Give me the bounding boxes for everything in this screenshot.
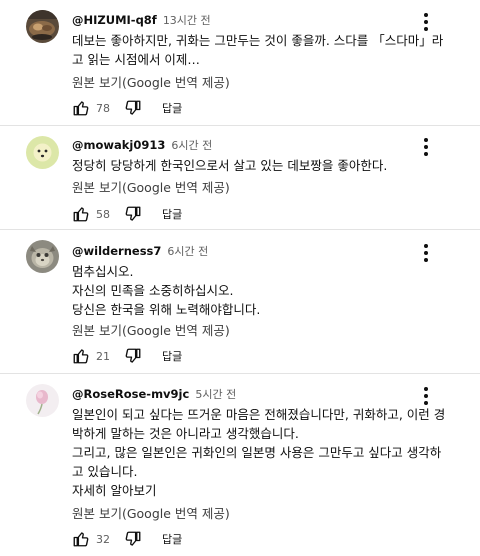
animal-photo-avatar-icon [26, 240, 59, 273]
smiley-face-avatar-icon [26, 136, 59, 169]
more-options-icon[interactable] [419, 242, 433, 264]
like-count: 21 [96, 349, 110, 363]
reply-button[interactable]: 답글 [162, 531, 182, 547]
like-count: 58 [96, 207, 110, 221]
comment-text: 일본인이 되고 싶다는 뜨거운 마음은 전해졌습니다만, 귀화하고, 이런 경 … [72, 405, 452, 481]
comment-timestamp[interactable]: 6시간 전 [167, 243, 208, 259]
thumbs-down-icon[interactable] [124, 205, 142, 223]
thumbs-down-icon[interactable] [124, 99, 142, 117]
avatar[interactable] [26, 136, 59, 169]
comment-timestamp[interactable]: 13시간 전 [163, 12, 211, 28]
comment-item: @HIZUMI-q8f 13시간 전 데보는 좋아하지만, 귀화는 그만두는 것… [0, 0, 480, 125]
comment-text-line: 멈추십시오. [72, 264, 134, 279]
comment-text-line: 그리고, 많은 일본인은 귀화인의 일본명 사용은 그만두고 싶다고 생각하 [72, 445, 442, 460]
thumbs-up-icon[interactable] [72, 347, 90, 365]
like-count: 78 [96, 101, 110, 115]
avatar[interactable] [26, 10, 59, 43]
comment-text-line: 자신의 민족을 소중히하십시오. [72, 283, 234, 298]
comment-author[interactable]: @HIZUMI-q8f [72, 13, 157, 27]
comment-item: @mowakj0913 6시간 전 정당히 당당하게 한국인으로서 살고 있는 … [0, 126, 480, 229]
thumbs-up-icon[interactable] [72, 205, 90, 223]
comment-text-line: 정당히 당당하게 한국인으로서 살고 있는 데보짱을 좋아한다. [72, 158, 388, 173]
comment-header: @HIZUMI-q8f 13시간 전 [72, 12, 211, 30]
more-options-icon[interactable] [419, 11, 433, 33]
reply-button[interactable]: 답글 [162, 348, 182, 364]
comment-actions: 32 답글 [72, 528, 182, 550]
comment-header: @RoseRose-mv9jc 5시간 전 [72, 386, 236, 404]
comment-item: @RoseRose-mv9jc 5시간 전 일본인이 되고 싶다는 뜨거운 마음… [0, 374, 480, 556]
comment-timestamp[interactable]: 6시간 전 [171, 137, 212, 153]
comment-text-line: 박하게 말하는 것은 아니라고 생각했습니다. [72, 426, 299, 441]
comment-actions: 58 답글 [72, 203, 182, 225]
reply-button[interactable]: 답글 [162, 206, 182, 222]
see-original-link[interactable]: 원본 보기(Google 번역 제공) [72, 321, 230, 340]
see-original-link[interactable]: 원본 보기(Google 번역 제공) [72, 504, 230, 523]
comment-text-line: 데보는 좋아하지만, 귀화는 그만두는 것이 좋을까. 스다를 「스다마」라 [72, 33, 444, 48]
see-original-link[interactable]: 원본 보기(Google 번역 제공) [72, 178, 230, 197]
comment-text-line: 고 있습니다. [72, 464, 138, 479]
more-options-icon[interactable] [419, 385, 433, 407]
comment-text: 멈추십시오. 자신의 민족을 소중히하십시오. 당신은 한국을 위해 노력해야합… [72, 262, 452, 319]
comment-text-line: 당신은 한국을 위해 노력해야합니다. [72, 302, 261, 317]
reply-button[interactable]: 답글 [162, 100, 182, 116]
comment-timestamp[interactable]: 5시간 전 [195, 386, 236, 402]
thumbs-up-icon[interactable] [72, 530, 90, 548]
comment-actions: 78 답글 [72, 97, 182, 119]
comment-text: 데보는 좋아하지만, 귀화는 그만두는 것이 좋을까. 스다를 「스다마」라 고… [72, 31, 452, 69]
comment-actions: 21 답글 [72, 345, 182, 367]
comment-text-line: 일본인이 되고 싶다는 뜨거운 마음은 전해졌습니다만, 귀화하고, 이런 경 [72, 407, 446, 422]
avatar[interactable] [26, 240, 59, 273]
food-photo-avatar-icon [26, 10, 59, 43]
thumbs-down-icon[interactable] [124, 347, 142, 365]
thumbs-down-icon[interactable] [124, 530, 142, 548]
thumbs-up-icon[interactable] [72, 99, 90, 117]
comment-item: @wilderness7 6시간 전 멈추십시오. 자신의 민족을 소중히하십시… [0, 230, 480, 373]
comment-header: @wilderness7 6시간 전 [72, 243, 208, 261]
read-more-link[interactable]: 자세히 알아보기 [72, 481, 156, 500]
comment-author[interactable]: @mowakj0913 [72, 138, 165, 152]
see-original-link[interactable]: 원본 보기(Google 번역 제공) [72, 73, 230, 92]
comment-author[interactable]: @wilderness7 [72, 244, 161, 258]
comment-header: @mowakj0913 6시간 전 [72, 137, 212, 155]
more-options-icon[interactable] [419, 136, 433, 158]
like-count: 32 [96, 532, 110, 546]
rose-photo-avatar-icon [26, 384, 59, 417]
comment-author[interactable]: @RoseRose-mv9jc [72, 387, 189, 401]
avatar[interactable] [26, 384, 59, 417]
comment-text-line: 고 읽는 시점에서 이제… [72, 52, 200, 67]
comment-text: 정당히 당당하게 한국인으로서 살고 있는 데보짱을 좋아한다. [72, 156, 452, 175]
